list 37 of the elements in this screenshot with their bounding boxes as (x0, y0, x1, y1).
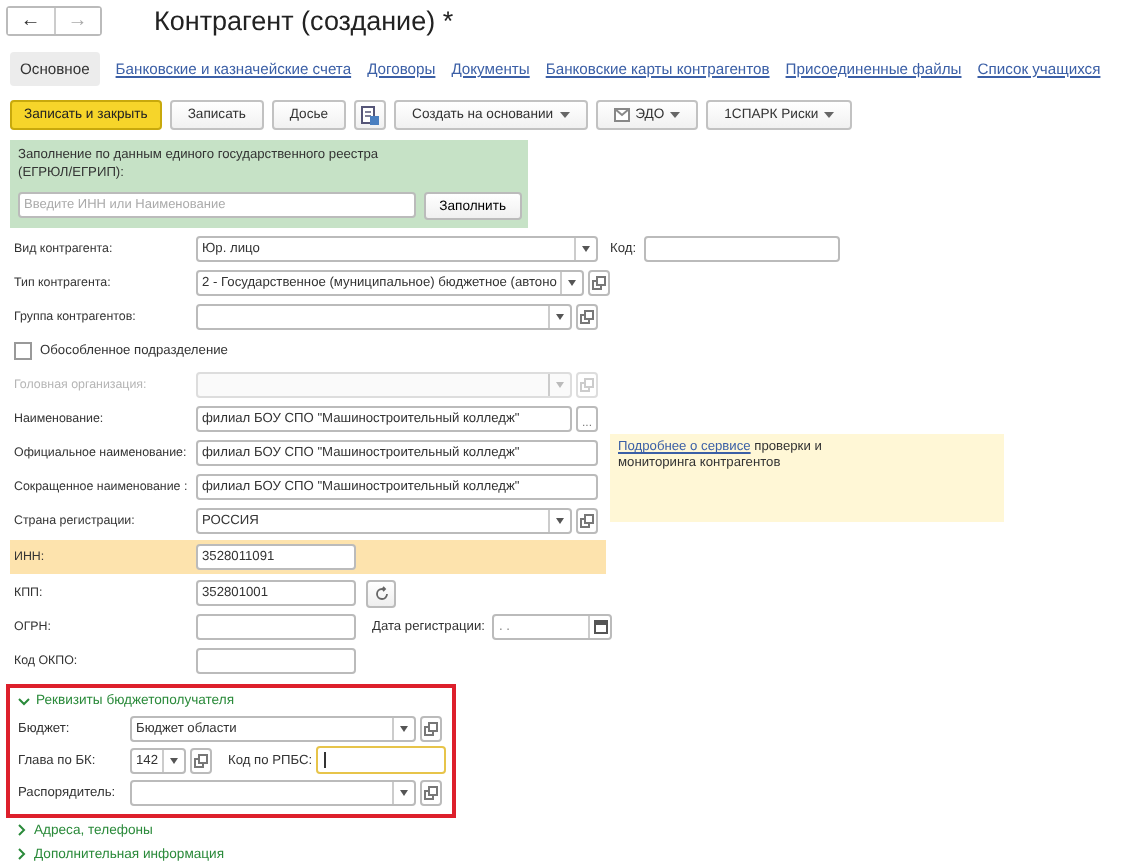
dropdown-arrow-icon (392, 717, 414, 739)
report-button[interactable] (354, 100, 387, 130)
text-field[interactable] (196, 648, 356, 674)
dropdown-field[interactable] (196, 304, 572, 330)
two-squares-icon (424, 785, 438, 799)
refresh-icon (373, 585, 389, 601)
text-field[interactable] (316, 746, 446, 774)
open-button[interactable] (420, 715, 442, 741)
envelope-icon (613, 108, 630, 122)
two-squares-icon (580, 310, 594, 324)
two-squares-icon (592, 276, 607, 290)
dropdown-arrow-icon (548, 510, 570, 532)
refresh-button[interactable] (366, 579, 396, 607)
caret-icon (824, 112, 835, 118)
two-squares-icon (424, 721, 438, 735)
dropdown-arrow-icon (548, 306, 570, 328)
open-button[interactable] (190, 747, 212, 773)
window-title: Контрагент (создание) * (154, 6, 454, 36)
open-button[interactable] (588, 270, 611, 296)
document-icon (360, 105, 381, 125)
checkbox[interactable] (14, 342, 32, 360)
text-field[interactable] (196, 614, 356, 640)
chevron-down-icon (18, 695, 30, 707)
two-squares-icon (580, 378, 594, 392)
code-field[interactable] (644, 236, 841, 262)
open-button[interactable] (420, 779, 442, 805)
dropdown-field[interactable] (130, 779, 416, 805)
dropdown-arrow-icon (574, 238, 596, 260)
calendar-icon (593, 620, 608, 634)
two-squares-icon (580, 514, 594, 528)
dropdown-arrow-icon (392, 781, 414, 803)
caret-icon (670, 112, 681, 118)
two-squares-icon (194, 753, 208, 767)
open-button[interactable] (576, 304, 598, 330)
dropdown-arrow-icon (548, 374, 570, 396)
caret-icon (559, 112, 570, 118)
open-button[interactable] (576, 508, 598, 534)
